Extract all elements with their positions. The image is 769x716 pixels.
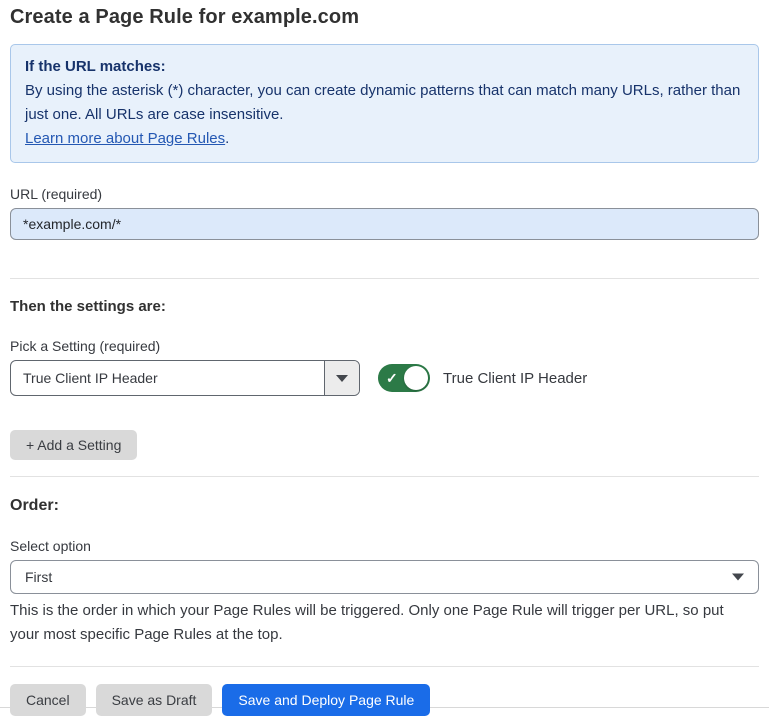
info-box-body-text: By using the asterisk (*) character, you… bbox=[25, 82, 740, 123]
order-select-label: Select option bbox=[10, 538, 759, 554]
save-draft-button[interactable]: Save as Draft bbox=[96, 684, 213, 716]
setting-select[interactable]: True Client IP Header bbox=[10, 360, 360, 396]
info-box-body: By using the asterisk (*) character, you… bbox=[25, 79, 744, 151]
order-section-heading: Order: bbox=[10, 497, 759, 515]
section-divider bbox=[10, 476, 759, 477]
url-field-label: URL (required) bbox=[10, 186, 759, 202]
info-box-heading: If the URL matches: bbox=[25, 55, 744, 79]
footer-actions: Cancel Save as Draft Save and Deploy Pag… bbox=[10, 684, 759, 716]
link-suffix: . bbox=[225, 130, 229, 147]
chevron-down-icon bbox=[336, 375, 348, 382]
save-deploy-button[interactable]: Save and Deploy Page Rule bbox=[222, 684, 430, 716]
pick-setting-label: Pick a Setting (required) bbox=[10, 338, 759, 354]
page-rule-form: Create a Page Rule for example.com If th… bbox=[0, 0, 769, 716]
page-title: Create a Page Rule for example.com bbox=[10, 6, 759, 29]
chevron-down-icon bbox=[732, 574, 744, 581]
settings-section-heading: Then the settings are: bbox=[10, 298, 759, 315]
setting-row: True Client IP Header ✓ True Client IP H… bbox=[10, 360, 759, 396]
order-help-text: This is the order in which your Page Rul… bbox=[10, 599, 755, 647]
url-input[interactable] bbox=[10, 208, 759, 240]
true-client-ip-toggle[interactable]: ✓ bbox=[378, 364, 430, 392]
add-setting-button[interactable]: + Add a Setting bbox=[10, 430, 137, 460]
check-icon: ✓ bbox=[386, 371, 398, 385]
url-match-info-box: If the URL matches: By using the asteris… bbox=[10, 44, 759, 163]
learn-more-link[interactable]: Learn more about Page Rules bbox=[25, 130, 225, 147]
toggle-knob bbox=[404, 366, 428, 390]
section-divider bbox=[10, 278, 759, 279]
toggle-label: True Client IP Header bbox=[443, 370, 587, 387]
cancel-button[interactable]: Cancel bbox=[10, 684, 86, 716]
order-select[interactable]: First bbox=[10, 560, 759, 594]
order-select-value: First bbox=[25, 569, 52, 585]
setting-select-value: True Client IP Header bbox=[11, 361, 324, 395]
footer-divider bbox=[10, 666, 759, 667]
setting-select-arrow-button[interactable] bbox=[324, 361, 359, 395]
